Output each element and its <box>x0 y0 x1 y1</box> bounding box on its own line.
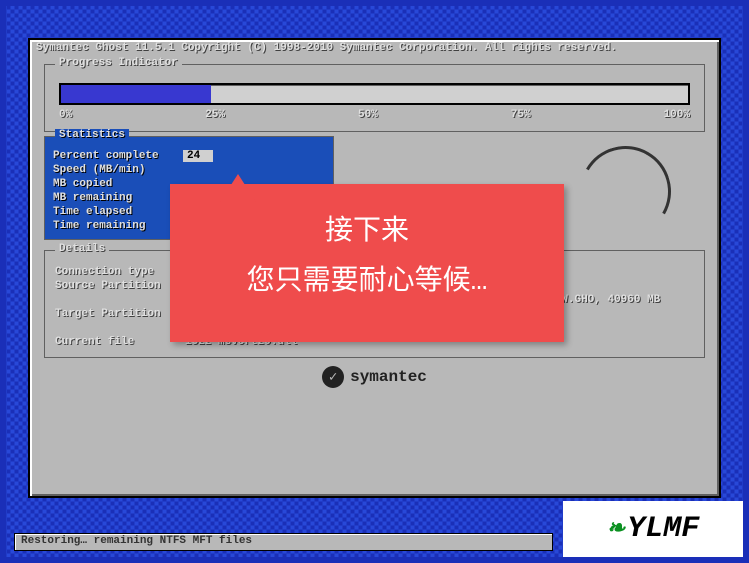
tick-50: 50% <box>358 109 378 121</box>
stat-value: 24 <box>183 150 213 162</box>
stats-legend: Statistics <box>55 129 129 141</box>
tick-0: 0% <box>59 109 72 121</box>
callout-line1: 接下来 <box>188 208 546 258</box>
status-text: Restoring… remaining NTFS MFT files <box>21 535 252 547</box>
progress-legend: Progress Indicator <box>55 57 182 69</box>
title-bar: Symantec Ghost 11.5.1 Copyright (C) 1998… <box>30 40 719 56</box>
status-bar: Restoring… remaining NTFS MFT files <box>14 533 553 551</box>
progress-bar <box>59 83 690 105</box>
tick-75: 75% <box>511 109 531 121</box>
stat-label: Percent complete <box>53 150 183 162</box>
ylmf-logo: ❧ YLMF <box>563 501 743 557</box>
symantec-icon: ✓ <box>322 366 344 388</box>
callout-line2: 您只需要耐心等候… <box>188 258 546 308</box>
symantec-logo: ✓ symantec <box>30 366 719 388</box>
tick-25: 25% <box>205 109 225 121</box>
instruction-callout: 接下来 您只需要耐心等候… <box>170 184 564 342</box>
tick-100: 100% <box>664 109 690 121</box>
leaf-icon: ❧ <box>607 516 625 542</box>
progress-ticks: 0% 25% 50% 75% 100% <box>59 109 690 121</box>
details-legend: Details <box>55 243 109 255</box>
progress-indicator-group: Progress Indicator 0% 25% 50% 75% 100% <box>44 64 705 132</box>
progress-fill <box>61 85 211 103</box>
